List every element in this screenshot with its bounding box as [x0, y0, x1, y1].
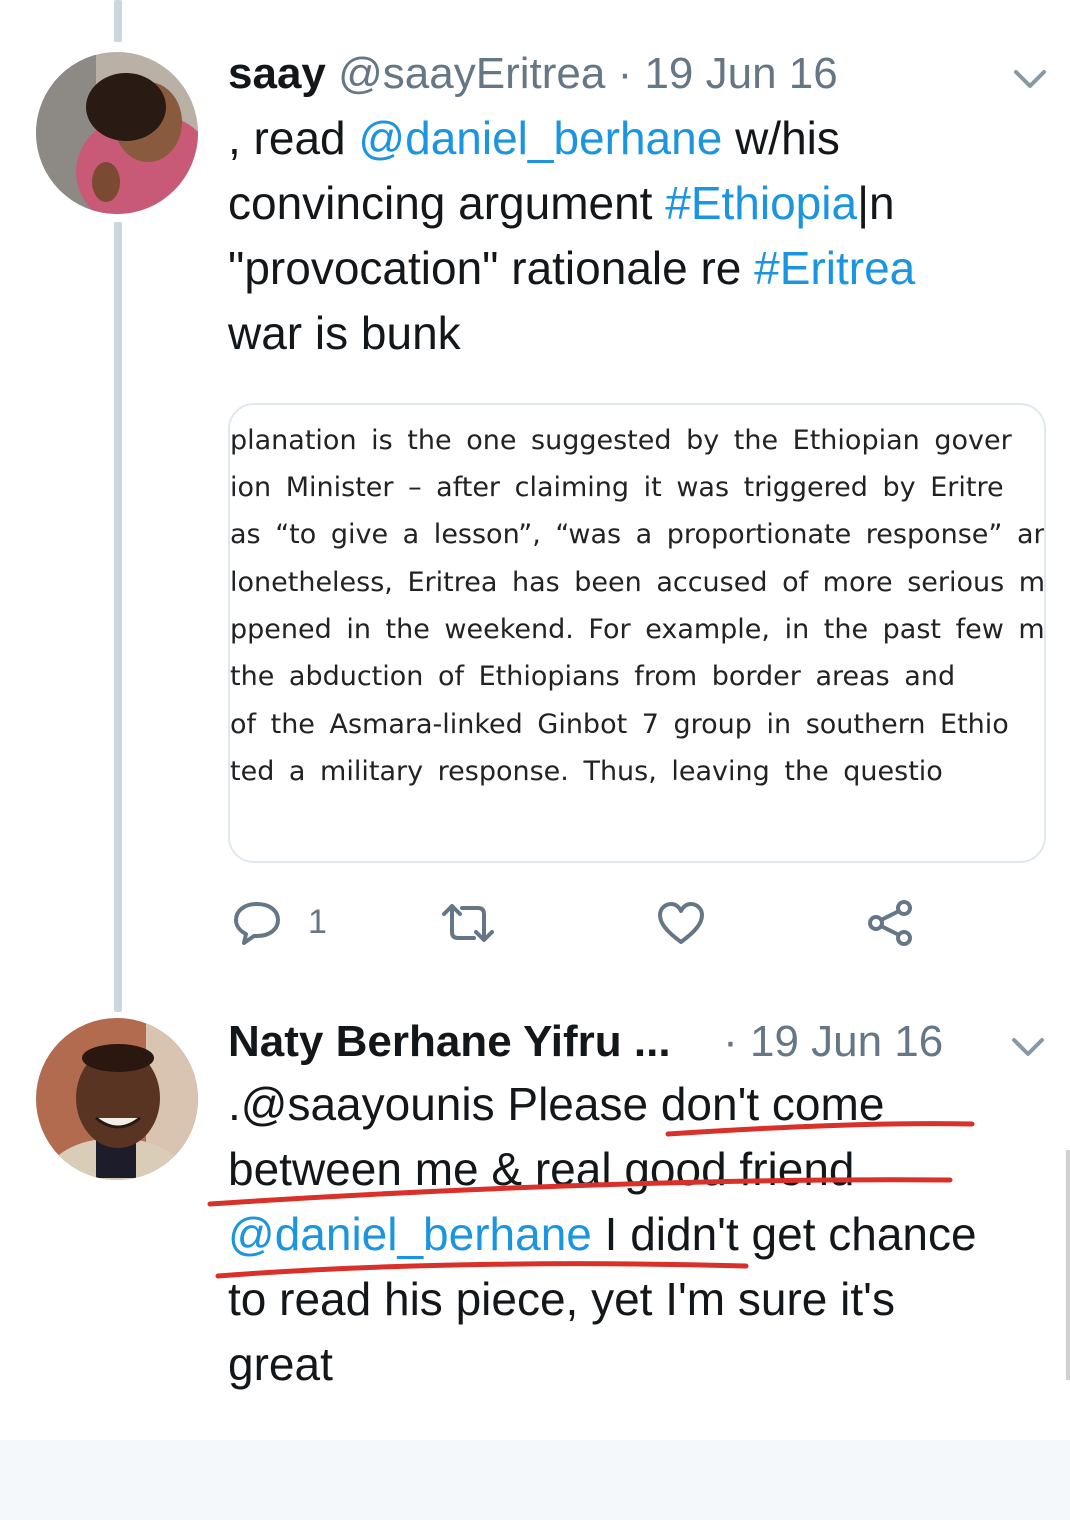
- media-text-line: the abduction of Ethiopians from border …: [230, 661, 956, 692]
- mention-link[interactable]: @daniel_berhane: [358, 112, 722, 164]
- hashtag-link[interactable]: #Ethiopia: [665, 177, 857, 229]
- media-text-line: ted a military response. Thus, leaving t…: [230, 756, 943, 787]
- media-text-line: planation is the one suggested by the Et…: [230, 425, 1012, 456]
- reply-count: 1: [308, 903, 327, 941]
- reply-icon[interactable]: [232, 900, 282, 946]
- text-line: between me & real good friend: [228, 1143, 855, 1195]
- thread-view: saay @saayEritrea · 19 Jun 16 , read @da…: [0, 0, 1070, 1520]
- media-text-line: of the Asmara-linked Ginbot 7 group in s…: [230, 709, 1009, 740]
- text-line: convincing argument #Ethiopia|n: [228, 177, 895, 229]
- timestamp[interactable]: 19 Jun 16: [750, 1017, 943, 1066]
- media-text-line: lonetheless, Eritrea has been accused of…: [230, 567, 1046, 598]
- text-line: , read @daniel_berhane w/his: [228, 112, 840, 164]
- chevron-down-icon[interactable]: [1008, 1032, 1048, 1062]
- display-name[interactable]: Naty Berhane Yifru: [228, 1017, 622, 1066]
- media-image[interactable]: planation is the one suggested by the Et…: [228, 403, 1046, 863]
- tweet-text: , read @daniel_berhane w/his convincing …: [228, 106, 1028, 366]
- mention-link[interactable]: @daniel_berhane: [228, 1208, 592, 1260]
- text-line: @daniel_berhane I didn't get chance: [228, 1208, 977, 1260]
- text-line: war is bunk: [228, 307, 461, 359]
- heart-icon[interactable]: [656, 900, 706, 946]
- avatar[interactable]: [36, 52, 198, 214]
- text-line: to read his piece, yet I'm sure it's: [228, 1273, 895, 1325]
- profile-photo: [36, 1018, 198, 1180]
- separator-dot: ·: [617, 49, 633, 98]
- chevron-down-icon[interactable]: [1010, 64, 1050, 94]
- separator-dot: ·: [723, 1017, 738, 1066]
- share-icon[interactable]: [866, 898, 916, 948]
- text-line: .@saayounis Please don't come: [228, 1078, 885, 1130]
- scrollbar[interactable]: [1066, 1150, 1070, 1380]
- display-name[interactable]: saay: [228, 49, 326, 98]
- media-text-line: as “to give a lesson”, “was a proportion…: [230, 519, 1046, 550]
- tweet-text: .@saayounis Please don't come between me…: [228, 1072, 1048, 1397]
- timestamp[interactable]: 19 Jun 16: [644, 49, 837, 98]
- media-text-line: ppened in the weekend. For example, in t…: [230, 614, 1046, 645]
- name-ellipsis: ...: [633, 1017, 671, 1066]
- text-line: "provocation" rationale re #Eritrea: [228, 242, 916, 294]
- tweet-header: Naty Berhane Yifru ... · 19 Jun 16: [228, 1016, 943, 1068]
- bottom-panel: [0, 1440, 1070, 1520]
- text-line: great: [228, 1338, 333, 1390]
- hashtag-link[interactable]: #Eritrea: [754, 242, 915, 294]
- profile-photo: [36, 52, 198, 214]
- username[interactable]: @saayEritrea: [338, 49, 605, 98]
- media-text-line: ion Minister – after claiming it was tri…: [230, 472, 1004, 503]
- retweet-icon[interactable]: [440, 902, 496, 944]
- thread-line-connector: [114, 222, 122, 1012]
- thread-line-top: [114, 0, 122, 42]
- tweet-header: saay @saayEritrea · 19 Jun 16: [228, 48, 838, 100]
- avatar[interactable]: [36, 1018, 198, 1180]
